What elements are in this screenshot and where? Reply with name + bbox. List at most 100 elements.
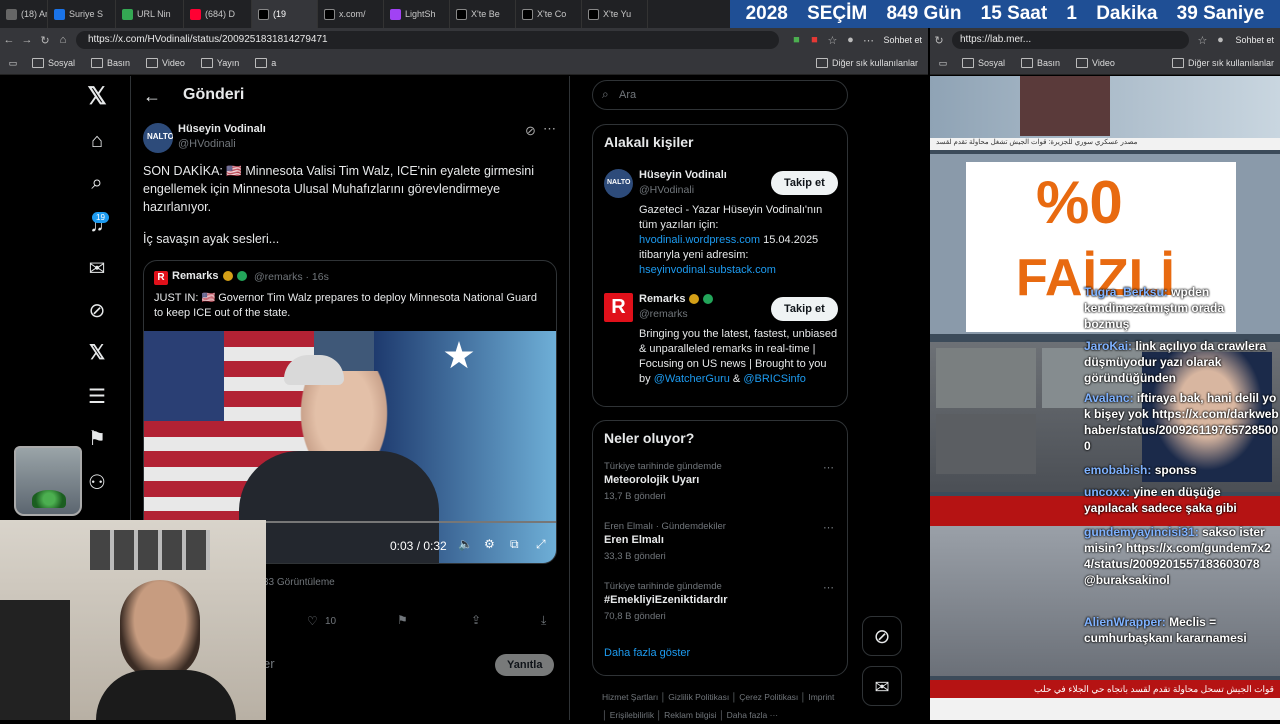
tab-1[interactable]: Suriye S — [48, 0, 116, 28]
other-bookmarks[interactable]: Diğer sık kullanılanlar — [816, 58, 918, 68]
trend-item[interactable]: Türkiye tarihinde gündemde Meteorolojik … — [593, 461, 849, 519]
tab-3[interactable]: (684) D — [184, 0, 252, 28]
footer-link[interactable]: Çerez Politikası — [739, 692, 798, 702]
post-handle[interactable]: @HVodinali — [178, 138, 236, 150]
bio-link[interactable]: @WatcherGuru — [654, 373, 730, 385]
more-icon[interactable]: ⋯ — [823, 461, 834, 474]
trend-context: Türkiye tarihinde gündemde — [604, 461, 722, 472]
reload-icon[interactable]: ↻ — [36, 34, 54, 47]
chat-message: JaroKai: link açılıyo da crawlera düşmüy… — [1084, 338, 1272, 386]
bookmark-folder[interactable]: a — [255, 58, 276, 68]
related-handle[interactable]: @HVodinali — [639, 184, 694, 196]
related-handle[interactable]: @remarks — [639, 308, 688, 320]
share-icon[interactable]: ⇪ — [471, 613, 481, 627]
bookmark-folder[interactable]: Sosyal — [32, 58, 75, 68]
quoted-post[interactable]: R Remarks @remarks · 16s JUST IN: 🇺🇸 Gov… — [143, 260, 557, 564]
fullscreen-icon[interactable]: ⤢ — [536, 537, 546, 552]
sidebar-toggle-icon[interactable]: ▭ — [0, 58, 26, 69]
bio-link[interactable]: @BRICSinfo — [743, 373, 806, 385]
post-author[interactable]: Hüseyin Vodinalı — [178, 123, 266, 135]
tab-6[interactable]: LightSh — [384, 0, 450, 28]
follow-button[interactable]: Takip et — [771, 297, 838, 321]
grok-icon[interactable]: ⊘ — [84, 298, 110, 324]
show-more-link[interactable]: Daha fazla göster — [604, 647, 690, 659]
x-logo-icon[interactable]: 𝕏 — [84, 84, 110, 110]
volume-icon[interactable]: 🔈 — [458, 537, 473, 551]
tab-2[interactable]: URL Nin — [116, 0, 184, 28]
grok-icon[interactable]: ⊘ — [525, 123, 536, 139]
reload-icon[interactable]: ↻ — [930, 34, 948, 47]
tab-label: LightSh — [405, 9, 436, 19]
trend-item[interactable]: Türkiye tarihinde gündemde #EmekliyiEzen… — [593, 581, 849, 639]
profile-icon[interactable]: ● — [841, 34, 859, 46]
communities-icon[interactable]: ⚇ — [84, 470, 110, 496]
like-icon[interactable]: ♡ — [307, 614, 318, 628]
search-input[interactable]: ⌕ Ara — [592, 80, 848, 110]
pip-icon[interactable]: ⧉ — [510, 537, 519, 552]
star-icon[interactable]: ☆ — [1193, 34, 1211, 47]
grok-button-icon[interactable]: ⊘ — [862, 616, 902, 656]
bookmark-folder[interactable]: Yayın — [201, 58, 239, 68]
chat-text: sponss — [1154, 463, 1197, 477]
extension-icon[interactable]: ■ — [805, 34, 823, 46]
tab-8[interactable]: X'te Co — [516, 0, 582, 28]
related-name[interactable]: Hüseyin Vodinalı — [639, 169, 727, 181]
footer-link[interactable]: Hizmet Şartları — [602, 692, 658, 702]
chat-button[interactable]: Sohbet et — [877, 35, 928, 45]
footer-link[interactable]: Imprint — [808, 692, 834, 702]
bookmark-folder[interactable]: Basın — [91, 58, 130, 68]
back-arrow-icon[interactable]: ← — [143, 86, 161, 107]
menu-icon[interactable]: ⋯ — [859, 34, 877, 47]
more-icon[interactable]: ⋯ — [543, 121, 556, 137]
home-icon[interactable]: ⌂ — [84, 128, 110, 154]
download-icon[interactable]: ⤓ — [541, 613, 546, 628]
profile-icon[interactable]: ● — [1211, 34, 1229, 46]
messages-button-icon[interactable]: ✉ — [862, 666, 902, 706]
footer-link[interactable]: Gizlilik Politikası — [668, 692, 729, 702]
back-icon[interactable]: ← — [0, 34, 18, 46]
extension-icon[interactable]: ■ — [787, 34, 805, 46]
more-icon[interactable]: ⋯ — [823, 521, 834, 534]
tab-4[interactable]: (19 — [252, 0, 318, 28]
bookmark-folder[interactable]: Basın — [1021, 58, 1060, 68]
chat-message: gundemyayincisi31: sakso ister misin? ht… — [1084, 524, 1274, 588]
bookmark-folder[interactable]: Sosyal — [962, 58, 1005, 68]
reply-button[interactable]: Yanıtla — [495, 654, 555, 676]
tab-0[interactable]: (18) Ana — [0, 0, 48, 28]
chat-button-2[interactable]: Sohbet et — [1229, 35, 1280, 45]
bio-link[interactable]: hvodinali.wordpress.com — [639, 234, 760, 246]
lists-icon[interactable]: ☰ — [84, 384, 110, 410]
premium-x-icon[interactable]: 𝕏 — [84, 340, 110, 366]
bookmark-icon[interactable]: ⚑ — [397, 613, 408, 627]
bookmark-folder[interactable]: Video — [146, 58, 185, 68]
forward-icon[interactable]: → — [18, 34, 36, 46]
footer-link[interactable]: Daha fazla ··· — [727, 710, 779, 720]
search-placeholder: Ara — [619, 89, 637, 101]
follow-button[interactable]: Takip et — [771, 171, 838, 195]
tab-favicon-icon — [6, 8, 17, 20]
settings-icon[interactable]: ⚙ — [484, 537, 495, 551]
messages-icon[interactable]: ✉ — [84, 256, 110, 282]
footer-link[interactable]: Reklam bilgisi — [664, 710, 716, 720]
bookmarks-icon[interactable]: ⚑ — [84, 426, 110, 452]
tab-7[interactable]: X'te Be — [450, 0, 516, 28]
related-name[interactable]: Remarks — [639, 293, 685, 305]
remarks-avatar[interactable]: R — [604, 293, 633, 322]
footer-link[interactable]: Erişilebilirlik — [610, 710, 654, 720]
avatar[interactable]: NALTO — [143, 123, 173, 153]
home-icon[interactable]: ⌂ — [54, 34, 72, 46]
avatar[interactable]: NALTO — [604, 169, 633, 198]
star-icon[interactable]: ☆ — [823, 34, 841, 47]
sidebar-toggle-icon[interactable]: ▭ — [930, 58, 956, 69]
bookmark-folder[interactable]: Video — [1076, 58, 1115, 68]
url-field-2[interactable]: https://lab.mer... — [952, 31, 1190, 49]
url-field[interactable]: https://x.com/HVodinali/status/200925183… — [76, 31, 780, 49]
trend-item[interactable]: Eren Elmalı · Gündemdekiler Eren Elmalı … — [593, 521, 849, 579]
tab-5[interactable]: x.com/ — [318, 0, 384, 28]
tab-favicon-icon — [324, 8, 335, 20]
other-bookmarks[interactable]: Diğer sık kullanılanlar — [1172, 58, 1274, 68]
bio-link[interactable]: hseyinvodinal.substack.com — [639, 264, 776, 276]
tab-9[interactable]: X'te Yu — [582, 0, 648, 28]
more-icon[interactable]: ⋯ — [823, 581, 834, 594]
explore-icon[interactable]: ⌕ — [84, 170, 110, 196]
